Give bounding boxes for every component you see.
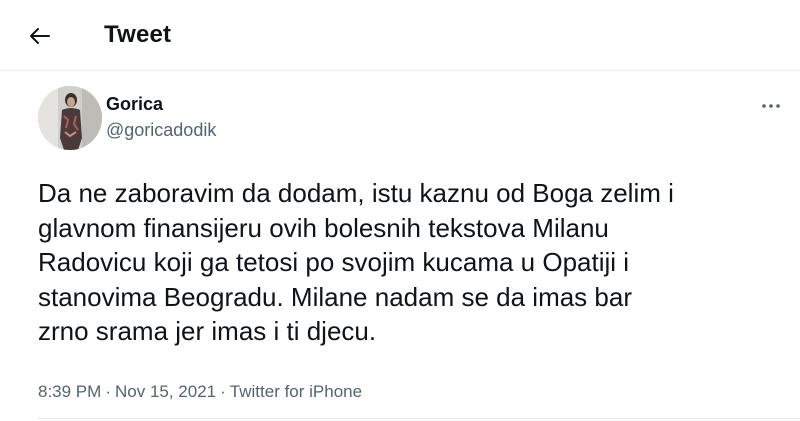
meta-separator: · <box>105 382 111 401</box>
author-name[interactable]: Gorica <box>106 93 163 115</box>
tweet-meta: 8:39 PM · Nov 15, 2021 · Twitter for iPhone <box>38 381 362 403</box>
page-title: Tweet <box>104 21 172 48</box>
avatar[interactable] <box>38 86 102 150</box>
arrow-left-icon <box>30 28 50 44</box>
top-header: Tweet <box>0 0 800 71</box>
tweet-date[interactable]: Nov 15, 2021 <box>115 382 216 401</box>
more-options-button[interactable] <box>756 96 786 116</box>
meta-separator: · <box>220 382 226 401</box>
profile-photo <box>38 86 102 150</box>
tweet-text: Da ne zaboravim da dodam, istu kaznu od … <box>38 178 674 346</box>
author-handle[interactable]: @goricadodik <box>106 119 216 141</box>
divider <box>38 418 800 419</box>
tweet-source-link[interactable]: Twitter for iPhone <box>230 382 362 401</box>
more-dots-icon <box>762 104 780 108</box>
back-button[interactable] <box>22 20 58 52</box>
tweet-time[interactable]: 8:39 PM <box>38 382 101 401</box>
